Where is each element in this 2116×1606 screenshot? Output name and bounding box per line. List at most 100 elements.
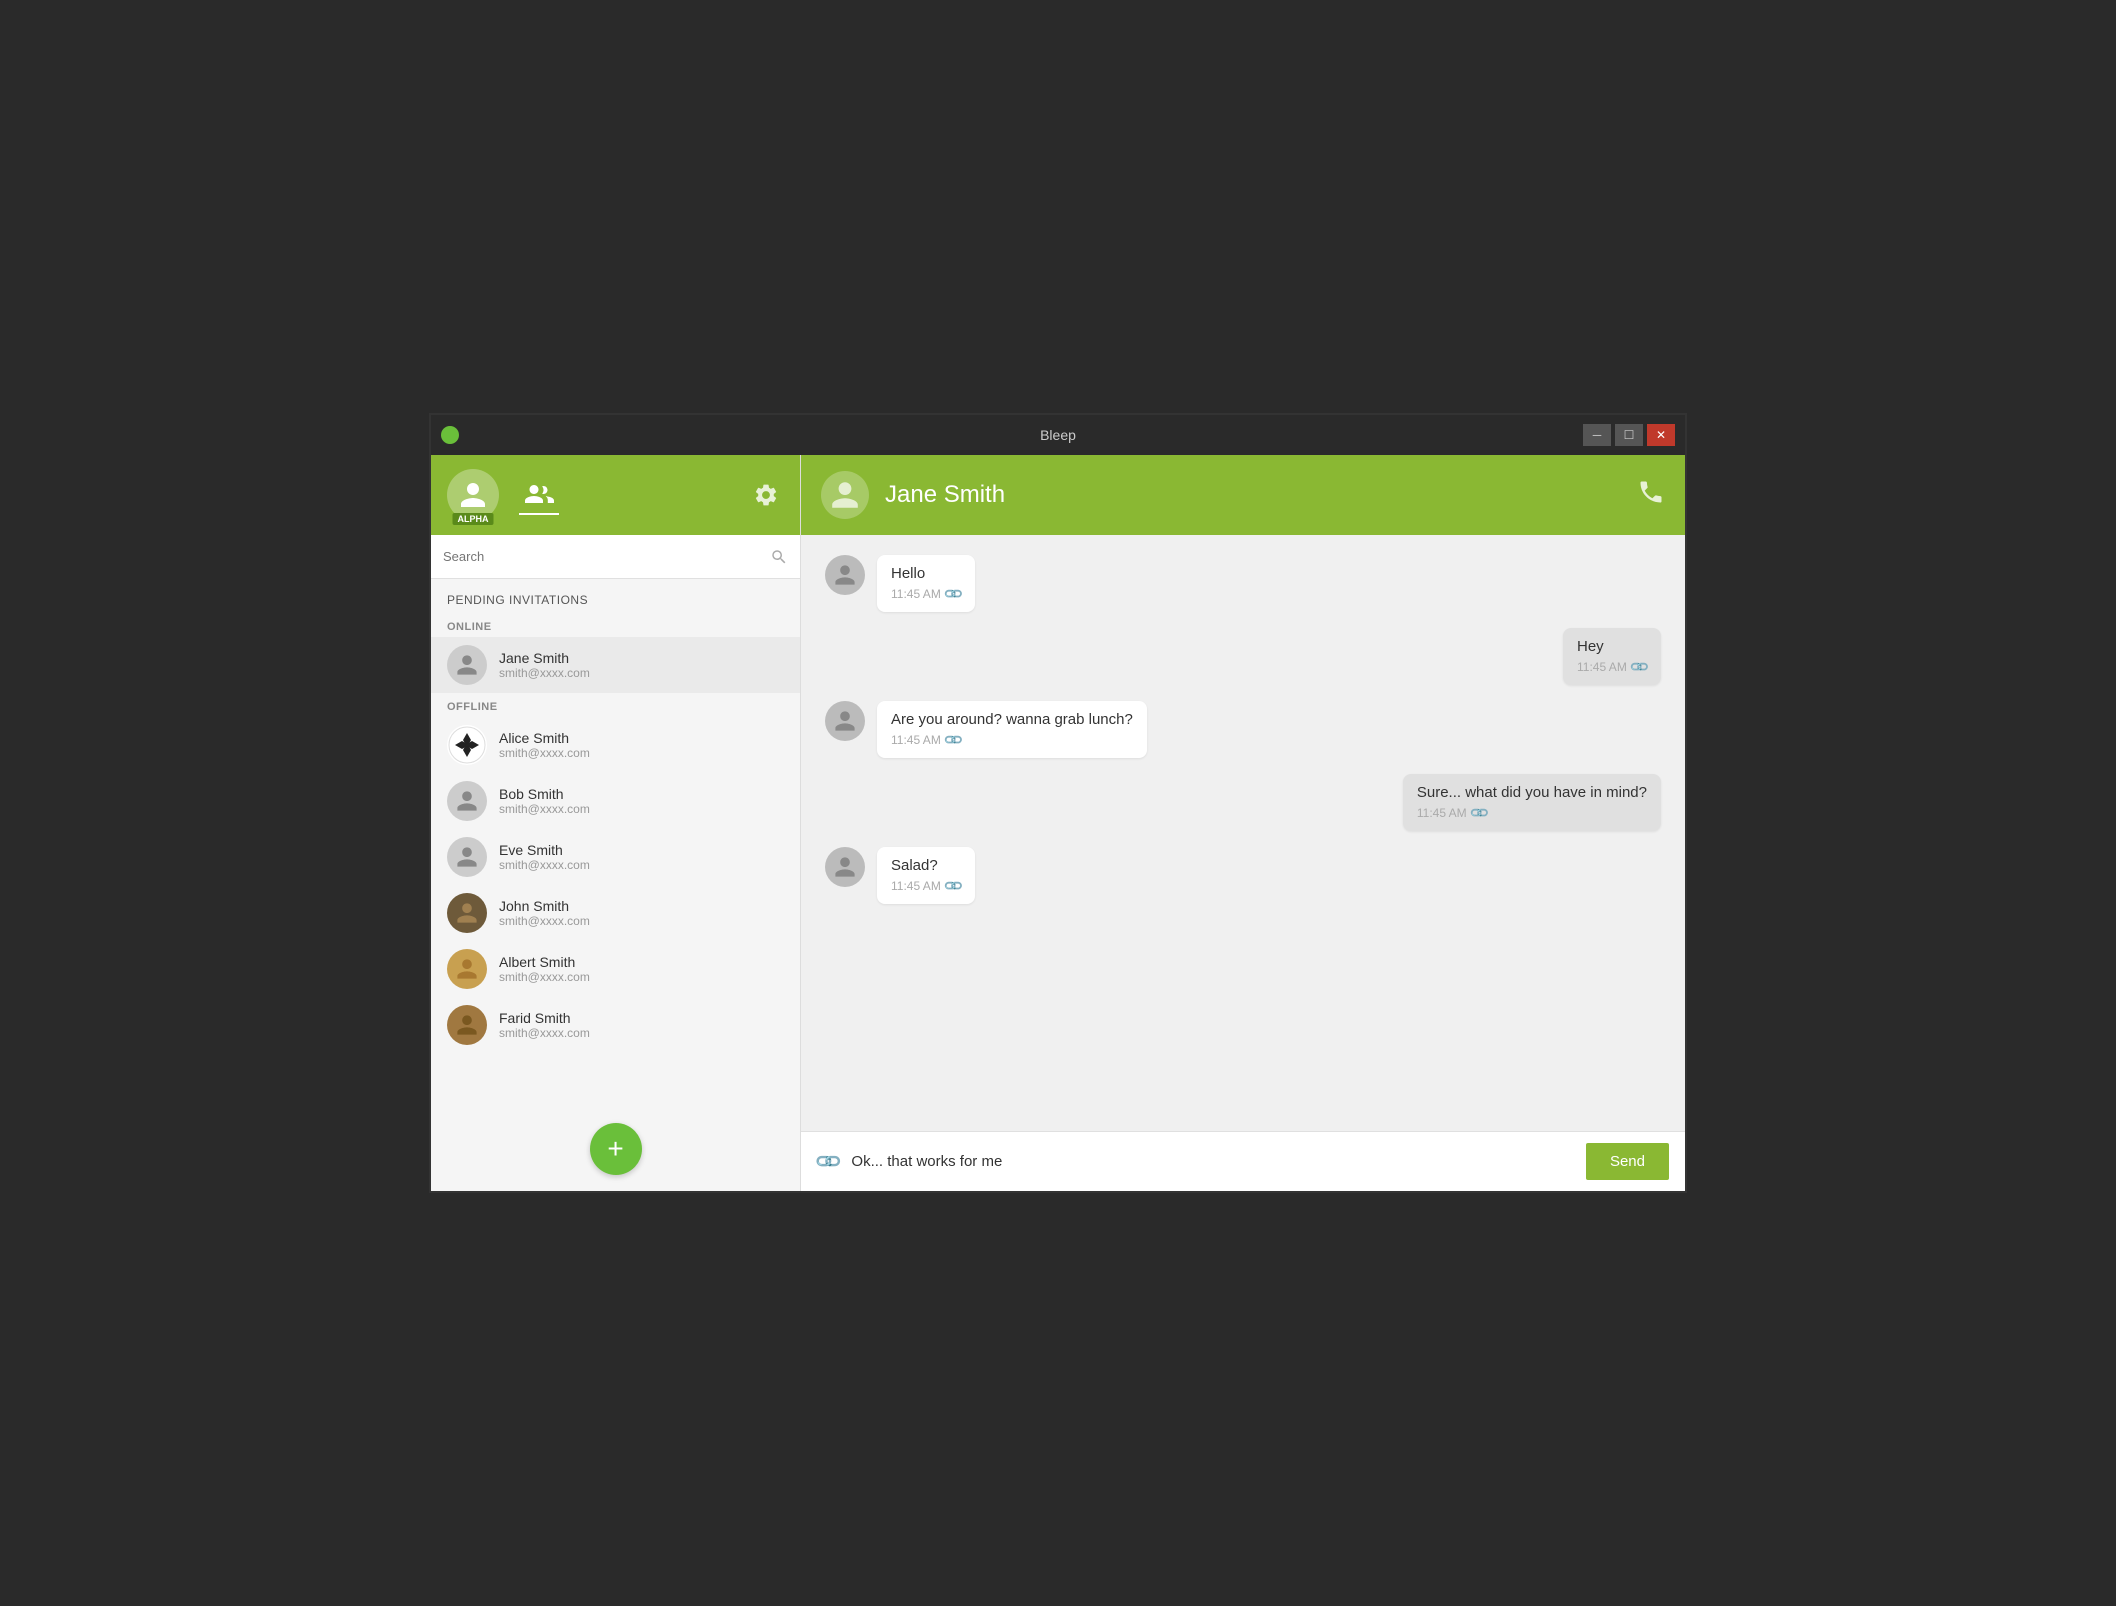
title-bar: Bleep ─ ☐ ✕	[431, 415, 1685, 455]
contact-item-albert[interactable]: Albert Smith smith@xxxx.com	[431, 941, 800, 997]
person-icon-farid	[455, 1013, 479, 1037]
contact-info-alice: Alice Smith smith@xxxx.com	[499, 730, 784, 760]
traffic-light-green[interactable]	[441, 426, 459, 444]
msg-time-3: 11:45 AM	[891, 733, 941, 747]
contact-avatar-albert	[447, 949, 487, 989]
chat-input-area: 🔗 Send	[801, 1131, 1685, 1191]
contact-avatar-eve	[447, 837, 487, 877]
person-icon-eve	[455, 845, 479, 869]
contact-email-eve: smith@xxxx.com	[499, 858, 784, 872]
msg-time-2: 11:45 AM	[1577, 660, 1627, 674]
contacts-tab[interactable]	[519, 475, 559, 515]
contacts-list: PENDING INVITATIONS ONLINE Jane Smith sm…	[431, 579, 800, 1111]
alpha-badge: ALPHA	[453, 513, 494, 525]
contact-email-albert: smith@xxxx.com	[499, 970, 784, 984]
contact-avatar-alice	[447, 725, 487, 765]
maximize-button[interactable]: ☐	[1615, 424, 1643, 446]
contact-item-farid[interactable]: Farid Smith smith@xxxx.com	[431, 997, 800, 1053]
contact-name-bob: Bob Smith	[499, 786, 784, 802]
link-icon-2: 🔗	[1628, 656, 1651, 679]
message-row-3: Are you around? wanna grab lunch? 11:45 …	[825, 701, 1661, 758]
msg-bubble-4: Sure... what did you have in mind? 11:45…	[1403, 774, 1661, 831]
msg-time-1: 11:45 AM	[891, 587, 941, 601]
contact-info-albert: Albert Smith smith@xxxx.com	[499, 954, 784, 984]
user-avatar[interactable]: ALPHA	[447, 469, 499, 521]
msg-bubble-1: Hello 11:45 AM 🔗	[877, 555, 975, 612]
msg-time-4: 11:45 AM	[1417, 806, 1467, 820]
attach-icon: 🔗	[813, 1146, 844, 1177]
title-bar-left	[441, 426, 467, 444]
app-window: Bleep ─ ☐ ✕ ALPHA	[429, 413, 1687, 1193]
contact-info-farid: Farid Smith smith@xxxx.com	[499, 1010, 784, 1040]
contact-email-john: smith@xxxx.com	[499, 914, 784, 928]
contact-name-alice: Alice Smith	[499, 730, 784, 746]
person-icon-msg1	[833, 563, 857, 587]
contact-email-farid: smith@xxxx.com	[499, 1026, 784, 1040]
window-controls: ─ ☐ ✕	[1583, 424, 1675, 446]
msg-text-3: Are you around? wanna grab lunch?	[891, 711, 1133, 728]
msg-meta-4: 11:45 AM 🔗	[1417, 805, 1647, 821]
offline-label: OFFLINE	[431, 693, 800, 717]
contact-item-eve[interactable]: Eve Smith smith@xxxx.com	[431, 829, 800, 885]
add-contact-button[interactable]: +	[590, 1123, 642, 1175]
link-icon-3: 🔗	[942, 729, 965, 752]
link-icon-4: 🔗	[1467, 802, 1490, 825]
contact-item-jane[interactable]: Jane Smith smith@xxxx.com	[431, 637, 800, 693]
minimize-button[interactable]: ─	[1583, 424, 1611, 446]
search-icon	[770, 548, 788, 566]
contact-email-alice: smith@xxxx.com	[499, 746, 784, 760]
sidebar-header: ALPHA	[431, 455, 800, 535]
msg-bubble-2: Hey 11:45 AM 🔗	[1563, 628, 1661, 685]
chat-header-avatar	[821, 471, 869, 519]
chat-avatar-icon	[829, 479, 861, 511]
close-button[interactable]: ✕	[1647, 424, 1675, 446]
contact-info-john: John Smith smith@xxxx.com	[499, 898, 784, 928]
contact-avatar-john	[447, 893, 487, 933]
person-icon-john	[455, 901, 479, 925]
main-content: ALPHA	[431, 455, 1685, 1191]
contact-item-bob[interactable]: Bob Smith smith@xxxx.com	[431, 773, 800, 829]
call-button[interactable]	[1637, 478, 1665, 512]
settings-button[interactable]	[748, 477, 784, 513]
settings-icon	[753, 482, 779, 508]
person-icon-bob	[455, 789, 479, 813]
contact-email-jane: smith@xxxx.com	[499, 666, 784, 680]
sidebar: ALPHA	[431, 455, 801, 1191]
msg-avatar-5	[825, 847, 865, 887]
msg-avatar-3	[825, 701, 865, 741]
person-icon	[455, 653, 479, 677]
contact-name-farid: Farid Smith	[499, 1010, 784, 1026]
link-icon-5: 🔗	[942, 875, 965, 898]
contact-item-alice[interactable]: Alice Smith smith@xxxx.com	[431, 717, 800, 773]
link-icon-1: 🔗	[942, 583, 965, 606]
search-input[interactable]	[443, 549, 770, 564]
chat-header: Jane Smith	[801, 455, 1685, 535]
contact-avatar-bob	[447, 781, 487, 821]
msg-text-4: Sure... what did you have in mind?	[1417, 784, 1647, 801]
message-row-5: Salad? 11:45 AM 🔗	[825, 847, 1661, 904]
contact-info-bob: Bob Smith smith@xxxx.com	[499, 786, 784, 816]
msg-text-5: Salad?	[891, 857, 961, 874]
contact-avatar-jane	[447, 645, 487, 685]
msg-avatar-1	[825, 555, 865, 595]
person-icon-msg3	[833, 709, 857, 733]
chat-input[interactable]	[851, 1153, 1574, 1170]
msg-meta-1: 11:45 AM 🔗	[891, 586, 961, 602]
app-title: Bleep	[1040, 427, 1076, 443]
contact-info-jane: Jane Smith smith@xxxx.com	[499, 650, 784, 680]
message-row-4: Sure... what did you have in mind? 11:45…	[825, 774, 1661, 831]
person-icon-msg5	[833, 855, 857, 879]
chat-messages: Hello 11:45 AM 🔗 Hey 11:45 AM 🔗	[801, 535, 1685, 1131]
message-row-1: Hello 11:45 AM 🔗	[825, 555, 1661, 612]
contact-item-john[interactable]: John Smith smith@xxxx.com	[431, 885, 800, 941]
msg-meta-5: 11:45 AM 🔗	[891, 878, 961, 894]
contact-name-john: John Smith	[499, 898, 784, 914]
contact-name-jane: Jane Smith	[499, 650, 784, 666]
msg-text-1: Hello	[891, 565, 961, 582]
phone-icon	[1637, 478, 1665, 506]
send-button[interactable]: Send	[1586, 1143, 1669, 1180]
message-row-2: Hey 11:45 AM 🔗	[825, 628, 1661, 685]
msg-bubble-3: Are you around? wanna grab lunch? 11:45 …	[877, 701, 1147, 758]
soccer-ball-icon	[447, 725, 487, 765]
pending-invitations-link[interactable]: PENDING INVITATIONS	[431, 587, 800, 613]
